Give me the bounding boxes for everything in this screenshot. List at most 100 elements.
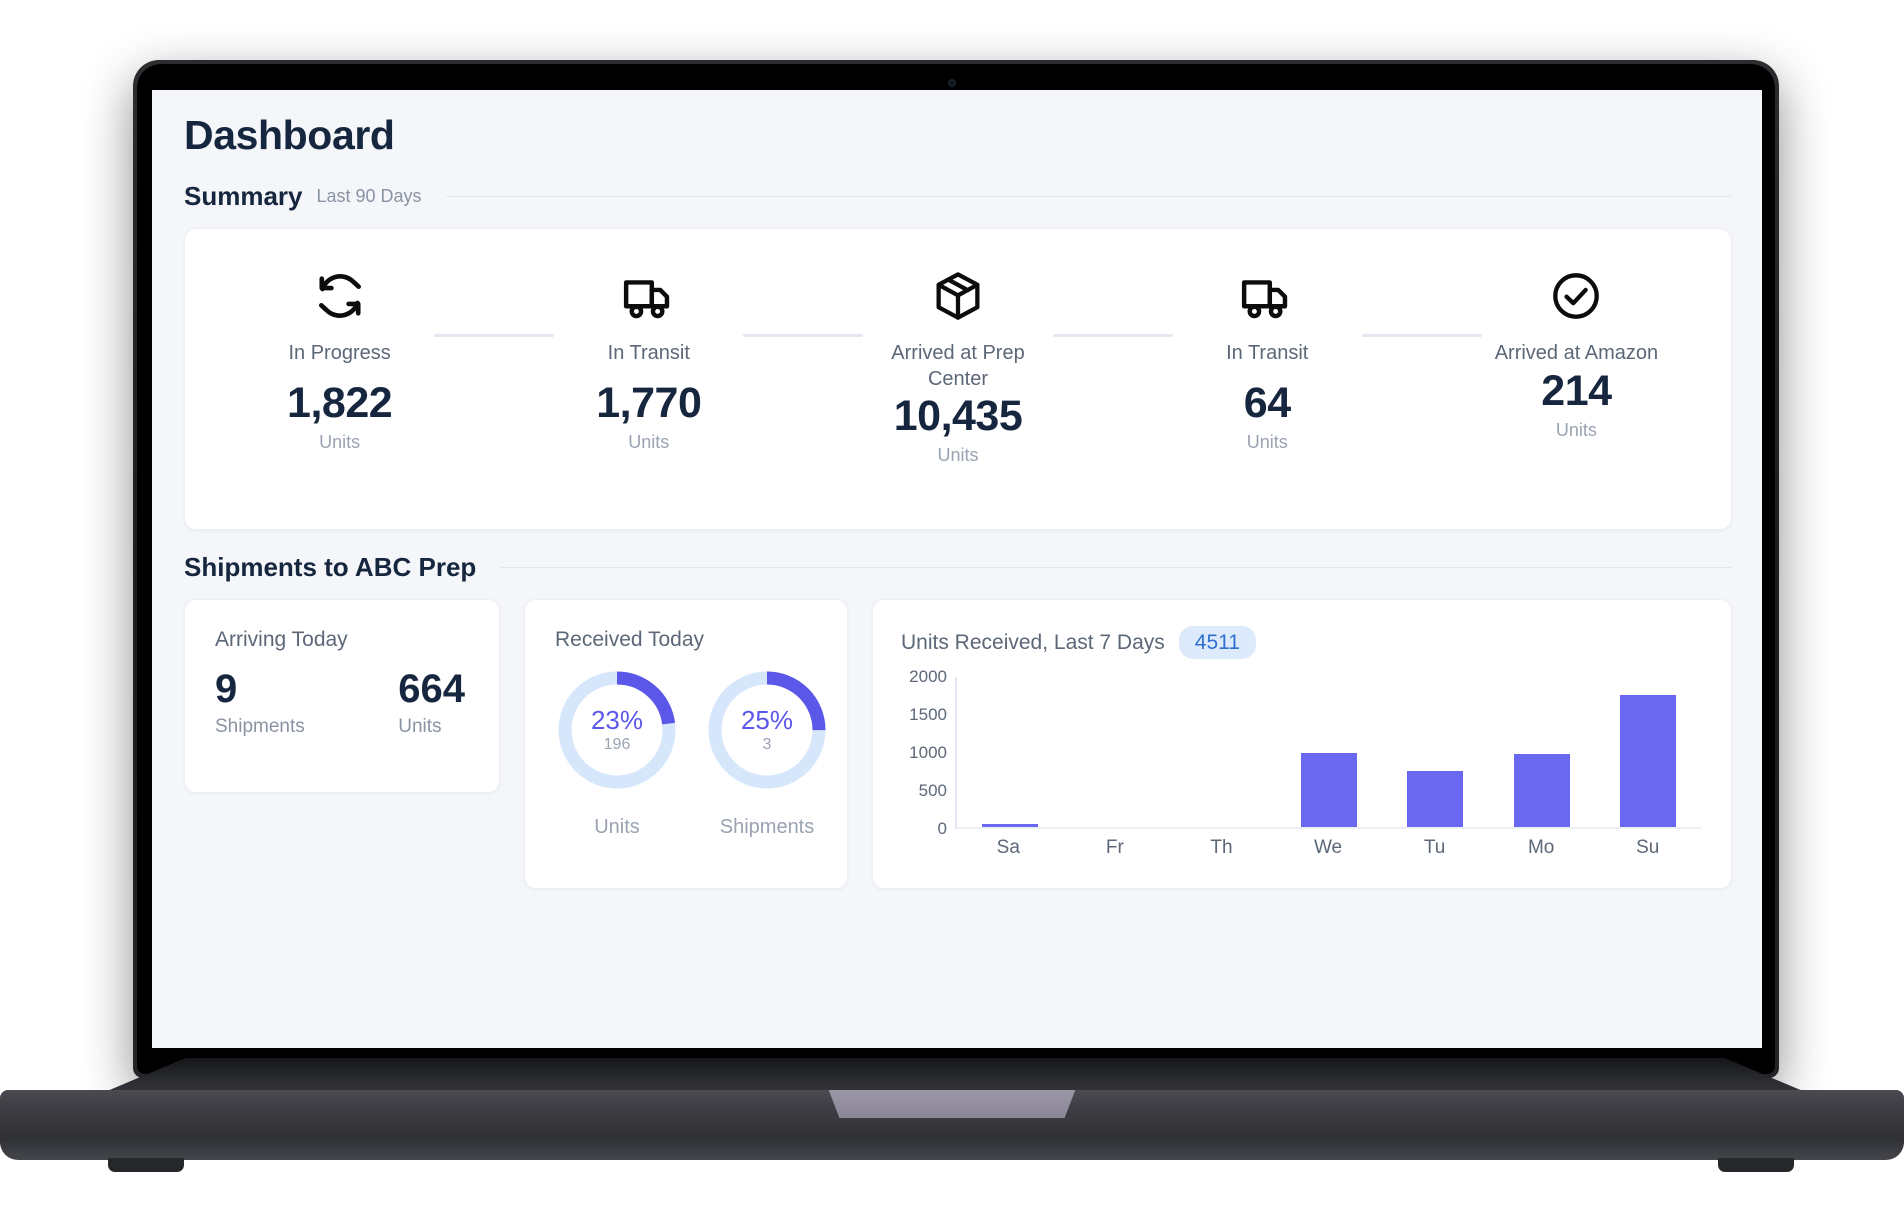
donut-units-caption: Units xyxy=(594,816,640,839)
page-title: Dashboard xyxy=(184,112,395,158)
summary-item-in-transit-2[interactable]: In Transit 64 Units xyxy=(1113,229,1482,529)
summary-item-units: Units xyxy=(628,431,670,452)
summary-item-label: In Transit xyxy=(1226,342,1309,365)
summary-item-arrived-prep-center[interactable]: Arrived at Prep Center 10,435 Units xyxy=(803,229,1173,529)
laptop-mockup: Dashboard Summary Last 90 Days In Progre… xyxy=(0,0,1904,1210)
dashboard-app: Dashboard Summary Last 90 Days In Progre… xyxy=(152,90,1762,1048)
chart-x-label: Su xyxy=(1636,837,1660,859)
donut-shipments[interactable]: 25% 3 Shipments xyxy=(705,668,829,839)
received-today-heading: Received Today xyxy=(555,628,705,652)
summary-item-value: 64 xyxy=(1243,378,1291,427)
arriving-shipments-caption: Shipments xyxy=(215,716,305,738)
summary-item-units: Units xyxy=(1246,431,1288,452)
chart-x-label: Mo xyxy=(1527,837,1555,859)
chart-bar[interactable] xyxy=(1300,753,1357,828)
chart-y-tick: 500 xyxy=(918,781,947,801)
refresh-icon xyxy=(312,267,368,325)
arriving-units-caption: Units xyxy=(398,716,442,738)
truck-icon xyxy=(1239,267,1295,325)
summary-item-value: 214 xyxy=(1541,366,1612,415)
chart-bar-slot[interactable] xyxy=(957,677,1063,828)
received-donuts: 23% 196 Units 25% 3 Shipments xyxy=(555,668,847,839)
donut-shipments-caption: Shipments xyxy=(719,816,815,839)
summary-item-arrived-amazon[interactable]: Arrived at Amazon 214 Units xyxy=(1422,229,1731,529)
donut-units-center: 23% 196 xyxy=(555,668,679,792)
chart-bars xyxy=(957,677,1701,828)
summary-item-value: 10,435 xyxy=(893,392,1023,441)
donut-units-subvalue: 196 xyxy=(603,735,631,753)
package-icon xyxy=(931,267,985,325)
chart-bar-slot[interactable] xyxy=(1170,677,1276,827)
summary-item-label: Arrived at Amazon xyxy=(1494,342,1659,365)
section-divider xyxy=(500,567,1732,569)
arriving-shipments-stat: 9 Shipments xyxy=(215,668,305,738)
summary-item-in-progress[interactable]: In Progress 1,822 Units xyxy=(185,229,555,529)
summary-date-range: Last 90 Days xyxy=(316,186,422,207)
check-circle-icon xyxy=(1549,267,1603,325)
chart-bar-slot[interactable] xyxy=(1595,677,1701,828)
arriving-units-value: 664 xyxy=(398,667,465,712)
summary-item-value: 1,770 xyxy=(596,378,702,427)
chart-x-label: We xyxy=(1313,837,1343,859)
chart-bar-slot[interactable] xyxy=(1382,677,1488,828)
chart-total-badge: 4511 xyxy=(1178,626,1256,660)
chart-y-tick: 1500 xyxy=(909,705,947,725)
chart-x-label: Sa xyxy=(996,837,1020,859)
donut-shipments-chart: 25% 3 xyxy=(705,668,829,792)
summary-item-units: Units xyxy=(1555,419,1597,440)
laptop-screen: Dashboard Summary Last 90 Days In Progre… xyxy=(152,90,1762,1048)
section-divider xyxy=(445,196,1732,198)
summary-item-in-transit-1[interactable]: In Transit 1,770 Units xyxy=(494,229,864,529)
summary-item-value: 1,822 xyxy=(287,378,393,427)
laptop-trackpad-notch xyxy=(828,1090,1076,1118)
chart-x-label: Tu xyxy=(1423,837,1446,859)
summary-item-units: Units xyxy=(319,431,361,452)
truck-icon xyxy=(621,267,677,325)
chart-baseline xyxy=(957,827,1701,830)
shipments-title: Shipments to ABC Prep xyxy=(184,552,477,583)
donut-units[interactable]: 23% 196 Units xyxy=(555,668,679,839)
donut-units-percent: 23% xyxy=(590,705,644,736)
chart-bar-slot[interactable] xyxy=(1063,677,1169,827)
chart-bar[interactable] xyxy=(1513,753,1570,828)
chart-bar[interactable] xyxy=(1407,771,1464,828)
donut-shipments-percent: 25% xyxy=(740,705,794,736)
chart-y-tick: 0 xyxy=(937,819,947,839)
chart-y-tick: 1000 xyxy=(909,743,947,763)
units-received-chart-card[interactable]: Units Received, Last 7 Days 4511 2000 150… xyxy=(872,599,1732,890)
chart-header: Units Received, Last 7 Days 4511 xyxy=(901,626,1701,660)
laptop-foot-right xyxy=(1718,1158,1794,1172)
summary-item-label: In Progress xyxy=(288,342,391,365)
chart-bar[interactable] xyxy=(1619,695,1676,828)
donut-shipments-center: 25% 3 xyxy=(705,668,829,792)
summary-section-header: Summary Last 90 Days xyxy=(184,181,1732,212)
summary-title: Summary xyxy=(184,181,303,212)
arriving-shipments-value: 9 xyxy=(215,667,238,712)
donut-units-chart: 23% 196 xyxy=(555,668,679,792)
summary-item-units: Units xyxy=(937,445,979,466)
chart-y-tick: 2000 xyxy=(909,667,947,687)
arriving-today-stats: 9 Shipments 664 Units xyxy=(215,668,471,738)
shipments-row: Arriving Today 9 Shipments 664 Units Rec… xyxy=(184,599,1732,890)
chart-bar-slot[interactable] xyxy=(1488,677,1594,828)
chart-bar-slot[interactable] xyxy=(1276,677,1382,828)
chart-title: Units Received, Last 7 Days xyxy=(901,630,1165,654)
chart-body: 2000 1500 1000 500 0 xyxy=(901,667,1701,838)
chart-x-label: Th xyxy=(1210,837,1233,859)
arriving-today-heading: Arriving Today xyxy=(215,628,348,652)
chart-x-label: Fr xyxy=(1105,837,1124,859)
arriving-units-stat: 664 Units xyxy=(398,668,465,738)
laptop-base xyxy=(0,1058,1904,1182)
chart-y-axis: 2000 1500 1000 500 0 xyxy=(901,667,955,838)
chart-plot-area xyxy=(955,677,1701,830)
laptop-keyboard xyxy=(100,1058,1810,1094)
webcam-icon xyxy=(948,79,956,87)
summary-item-label: Arrived at Prep Center xyxy=(891,342,1025,390)
arriving-today-card[interactable]: Arriving Today 9 Shipments 664 Units xyxy=(184,599,500,794)
laptop-foot-left xyxy=(108,1158,184,1172)
summary-card: In Progress 1,822 Units In Transit 1,770… xyxy=(184,228,1732,531)
received-today-card[interactable]: Received Today 23% 196 Units 25% 3 Shipm… xyxy=(524,599,848,890)
shipments-section-header: Shipments to ABC Prep xyxy=(184,552,1732,583)
chart-x-axis: Sa Fr Th We Tu Mo Su xyxy=(955,837,1701,859)
donut-shipments-subvalue: 3 xyxy=(762,735,772,753)
